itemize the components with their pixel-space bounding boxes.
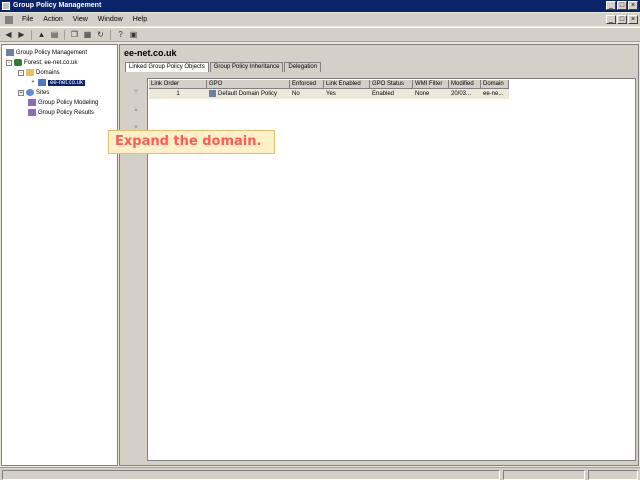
sites-icon xyxy=(26,89,34,96)
title-bar: Group Policy Management _ □ × xyxy=(0,0,640,12)
tree-item-label: Group Policy Results xyxy=(38,109,95,116)
forest-icon xyxy=(14,59,22,66)
tree-item-results[interactable]: Group Policy Results xyxy=(28,108,94,117)
tree-item-forest[interactable]: - Forest: ee-net.co.uk xyxy=(6,58,77,67)
up-folder-icon[interactable]: ▲ xyxy=(36,30,47,40)
cell-link-enabled: Yes xyxy=(326,91,336,97)
tree-item-label: Domains xyxy=(36,69,60,76)
child-maximize-button[interactable]: □ xyxy=(617,15,627,24)
forward-arrow-icon[interactable]: ▶ xyxy=(16,30,27,40)
cell-wmi-filter: None xyxy=(415,91,430,97)
cell-domain: ee-ne... xyxy=(483,91,504,97)
status-segment xyxy=(588,470,638,480)
cell-gpo-status: Enabled xyxy=(372,91,395,97)
tree-item-domain[interactable]: + ee-net.co.uk xyxy=(30,78,86,87)
folder-icon xyxy=(26,69,34,76)
properties-icon[interactable]: ▦ xyxy=(82,30,93,40)
grid-header: Link Order GPO Enforced Link Enabled GPO… xyxy=(149,80,509,89)
tree-item-root[interactable]: Group Policy Management xyxy=(6,48,87,57)
close-button[interactable]: × xyxy=(628,1,638,10)
maximize-button[interactable]: □ xyxy=(617,1,627,10)
help-icon[interactable]: ? xyxy=(115,30,126,40)
console-tree[interactable]: Group Policy Management - Forest: ee-net… xyxy=(1,44,118,466)
results-icon xyxy=(28,109,36,116)
toolbar-separator xyxy=(64,29,65,40)
back-arrow-icon[interactable]: ◀ xyxy=(3,30,14,40)
menu-bar: File Action View Window Help _ □ × xyxy=(0,13,640,26)
collapse-icon[interactable]: - xyxy=(6,59,12,66)
cell-link-order: 1 xyxy=(176,91,180,97)
table-row[interactable]: 1 Default Domain Policy No Yes Enabled N… xyxy=(149,89,509,99)
copy-icon[interactable]: ❐ xyxy=(69,30,80,40)
window-controls: _ □ × xyxy=(606,1,638,10)
details-pane: ee-net.co.uk Linked Group Policy Objects… xyxy=(119,44,639,466)
cell-gpo: Default Domain Policy xyxy=(207,89,290,99)
show-hide-tree-icon[interactable]: ▤ xyxy=(49,30,60,40)
app-icon xyxy=(2,2,10,10)
child-close-button[interactable]: × xyxy=(628,15,638,24)
menu-help[interactable]: Help xyxy=(128,16,152,23)
modeling-icon xyxy=(28,99,36,106)
tab-linked-gpos[interactable]: Linked Group Policy Objects xyxy=(125,62,209,72)
toolbar: ◀ ▶ ▲ ▤ ❐ ▦ ↻ ? ▣ xyxy=(0,27,640,42)
group-policy-icon xyxy=(6,49,14,56)
expand-icon[interactable]: + xyxy=(30,79,36,86)
tree-item-label: Group Policy Modeling xyxy=(38,99,99,106)
menu-action[interactable]: Action xyxy=(38,16,67,23)
console-tree-icon[interactable]: ▣ xyxy=(128,30,139,40)
cell-modified: 20/03... xyxy=(451,91,472,97)
instruction-callout: Expand the domain. xyxy=(108,130,275,154)
cell-enforced: No xyxy=(292,91,300,97)
tree-item-sites[interactable]: + Sites xyxy=(18,88,49,97)
tree-item-label: Sites xyxy=(36,89,50,96)
child-window-controls: _ □ × xyxy=(606,15,638,24)
column-header-domain[interactable]: Domain xyxy=(481,80,509,89)
menu-view[interactable]: View xyxy=(68,16,93,23)
column-header-link-enabled[interactable]: Link Enabled xyxy=(324,80,370,89)
page-title: ee-net.co.uk xyxy=(124,48,177,58)
column-header-link-order[interactable]: Link Order xyxy=(149,80,207,89)
domain-icon xyxy=(38,79,46,86)
gpo-grid: Link Order GPO Enforced Link Enabled GPO… xyxy=(149,80,509,99)
collapse-icon[interactable]: - xyxy=(18,69,24,76)
toolbar-separator xyxy=(110,29,111,40)
link-order-controls: ⇈ ▲ ▼ xyxy=(132,89,140,133)
tree-item-label: ee-net.co.uk xyxy=(48,79,86,86)
column-header-modified[interactable]: Modified xyxy=(449,80,481,89)
toolbar-separator xyxy=(31,29,32,40)
refresh-icon[interactable]: ↻ xyxy=(95,30,106,40)
column-header-gpo-status[interactable]: GPO Status xyxy=(370,80,413,89)
tree-item-domains[interactable]: - Domains xyxy=(18,68,60,77)
status-segment xyxy=(503,470,585,480)
tab-inheritance[interactable]: Group Policy Inheritance xyxy=(209,62,284,72)
move-top-icon[interactable]: ⇈ xyxy=(132,89,140,97)
move-up-icon[interactable]: ▲ xyxy=(132,107,140,115)
tab-strip: Linked Group Policy Objects Group Policy… xyxy=(125,62,322,72)
tree-item-label: Group Policy Management xyxy=(16,49,88,56)
status-segment xyxy=(2,470,500,480)
child-minimize-button[interactable]: _ xyxy=(606,15,616,24)
menu-file[interactable]: File xyxy=(17,16,38,23)
column-header-wmi-filter[interactable]: WMI Filter xyxy=(413,80,449,89)
menu-window[interactable]: Window xyxy=(93,16,128,23)
minimize-button[interactable]: _ xyxy=(606,1,616,10)
gpo-icon xyxy=(209,89,216,97)
tab-delegation[interactable]: Delegation xyxy=(284,62,322,72)
tree-item-label: Forest: ee-net.co.uk xyxy=(24,59,78,66)
tree-item-modeling[interactable]: Group Policy Modeling xyxy=(28,98,98,107)
console-icon[interactable] xyxy=(5,15,13,24)
status-bar xyxy=(0,467,640,480)
column-header-gpo[interactable]: GPO xyxy=(207,80,290,89)
column-header-enforced[interactable]: Enforced xyxy=(290,80,324,89)
gpo-name: Default Domain Policy xyxy=(218,91,278,97)
expand-icon[interactable]: + xyxy=(18,89,24,96)
window-title: Group Policy Management xyxy=(13,2,102,9)
